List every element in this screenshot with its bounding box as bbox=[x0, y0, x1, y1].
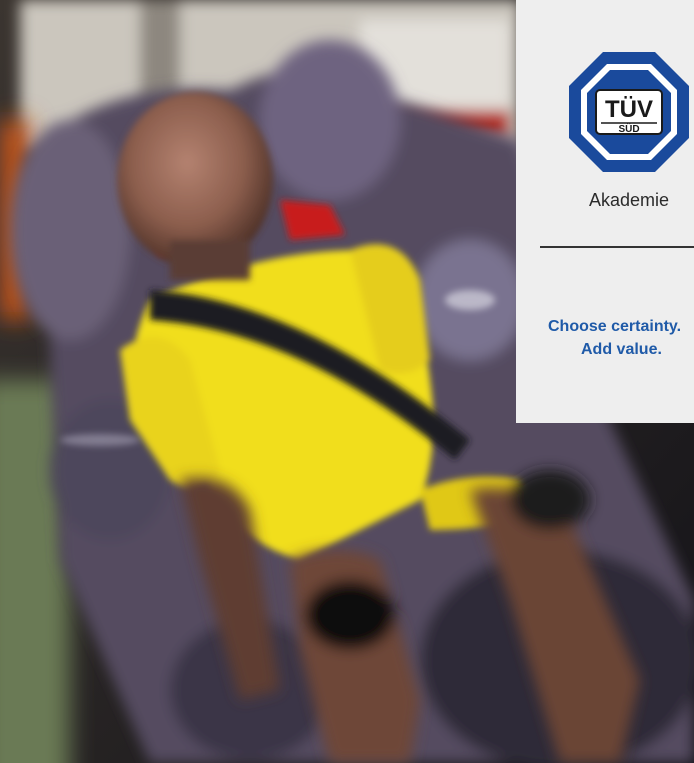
tuv-info-panel: TÜV SÜD Akademie Choose certainty. Add v… bbox=[516, 0, 694, 423]
tagline: Choose certainty. Add value. bbox=[548, 315, 694, 361]
logo-label: Akademie bbox=[588, 190, 670, 210]
tagline-line-2: Add value. bbox=[581, 341, 662, 358]
octagon-badge-icon: TÜV SÜD bbox=[569, 52, 689, 172]
tagline-line-1: Choose certainty. bbox=[548, 318, 682, 335]
logo-brand-top: TÜV bbox=[605, 96, 653, 123]
logo-brand-bottom: SÜD bbox=[618, 122, 639, 135]
tuv-sud-logo-icon: TÜV SÜD bbox=[567, 50, 691, 174]
divider bbox=[540, 246, 694, 248]
